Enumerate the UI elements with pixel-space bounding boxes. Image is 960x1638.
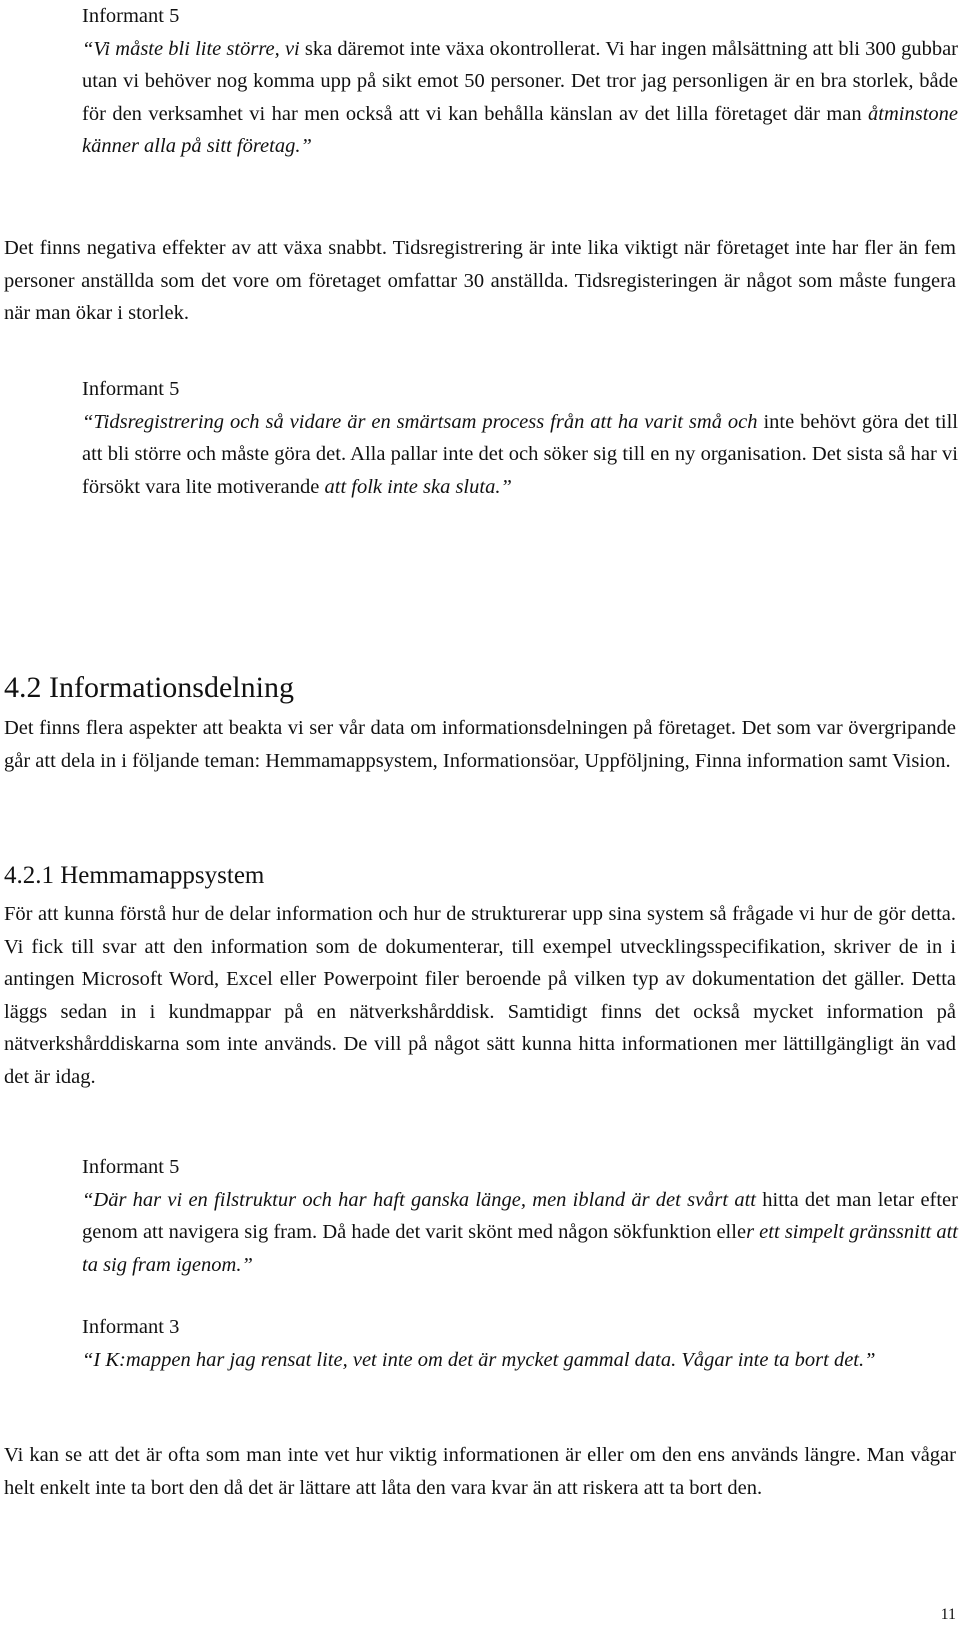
quote-text: “Vi måste bli lite större, vi ska däremo… xyxy=(82,33,958,163)
paragraph-final: Vi kan se att det är ofta som man inte v… xyxy=(4,1439,956,1504)
subsection-heading: 4.2.1 Hemmamappsystem xyxy=(4,862,265,889)
quote-italic-start: “Vi måste bli lite större, vi xyxy=(82,37,300,60)
paragraph-text: Det finns negativa effekter av att växa … xyxy=(4,237,956,324)
informant-label: Informant 3 xyxy=(82,1316,180,1338)
page-number: 11 xyxy=(940,1606,956,1623)
section-4-2-1: 4.2.1 Hemmamappsystem För att kunna förs… xyxy=(4,860,956,1093)
quote-italic-start: “Där har vi en filstruktur och har haft … xyxy=(82,1188,756,1211)
section-4-2: 4.2 Informationsdelning Det finns flera … xyxy=(4,670,956,777)
informant-label: Informant 5 xyxy=(82,1156,180,1178)
paragraph-text: Vi kan se att det är ofta som man inte v… xyxy=(4,1444,956,1499)
quote-italic-end: att folk inte ska sluta.” xyxy=(324,475,512,498)
informant-label: Informant 5 xyxy=(82,378,180,400)
quote-block-2: Informant 5 “Tidsregistrering och så vid… xyxy=(82,373,958,503)
paragraph-growth-effects: Det finns negativa effekter av att växa … xyxy=(4,232,956,330)
quote-block-1: Informant 5 “Vi måste bli lite större, v… xyxy=(82,0,958,163)
subsection-body: För att kunna förstå hur de delar inform… xyxy=(4,903,956,1088)
section-heading: 4.2 Informationsdelning xyxy=(4,671,294,704)
quote-text: “I K:mappen har jag rensat lite, vet int… xyxy=(82,1348,876,1371)
quote-text: “Tidsregistrering och så vidare är en sm… xyxy=(82,406,958,504)
quote-block-4: Informant 3 “I K:mappen har jag rensat l… xyxy=(82,1311,958,1376)
quote-block-3: Informant 5 “Där har vi en filstruktur o… xyxy=(82,1151,958,1281)
quote-text: “Där har vi en filstruktur och har haft … xyxy=(82,1184,958,1282)
section-body: Det finns flera aspekter att beakta vi s… xyxy=(4,717,956,772)
informant-label: Informant 5 xyxy=(82,5,180,27)
quote-italic-start: “Tidsregistrering och så vidare är en sm… xyxy=(82,410,758,433)
